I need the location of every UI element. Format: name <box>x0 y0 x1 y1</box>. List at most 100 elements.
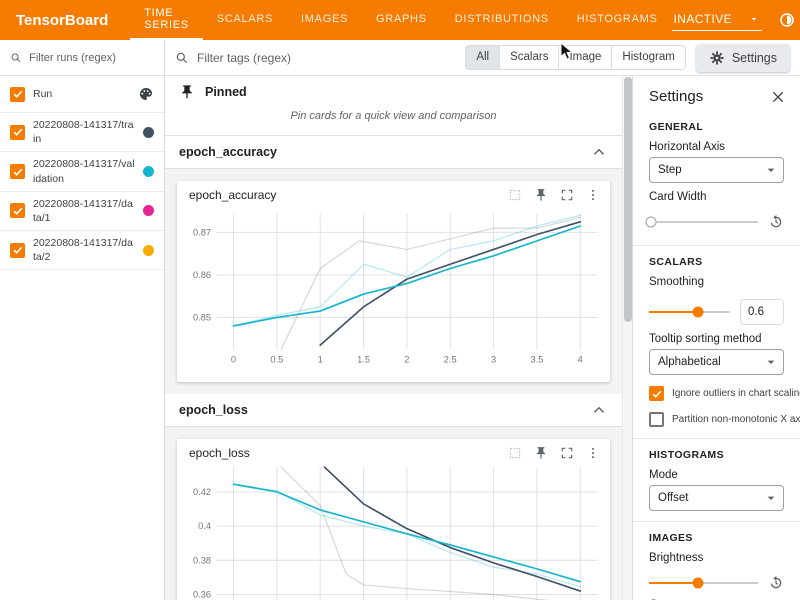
svg-text:1: 1 <box>318 355 323 365</box>
run-row-validation[interactable]: 20220808-141317/validation <box>0 152 164 191</box>
section-heading: HISTOGRAMS <box>649 449 784 461</box>
check-icon <box>12 244 24 256</box>
card-width-slider[interactable] <box>649 221 758 223</box>
svg-text:1.5: 1.5 <box>357 355 370 365</box>
brightness-reset-button[interactable] <box>768 575 784 591</box>
section-heading: SCALARS <box>649 256 784 268</box>
cards-scrollbar[interactable] <box>622 76 632 600</box>
top-bar: TensorBoard TIME SERIES SCALARS IMAGES G… <box>0 0 800 40</box>
search-icon <box>10 51 22 65</box>
pin-card-icon[interactable] <box>534 446 548 460</box>
check-icon <box>12 166 24 178</box>
main-nav: TIME SERIES SCALARS IMAGES GRAPHS DISTRI… <box>130 0 671 40</box>
tooltip-sorting-select[interactable]: Alphabetical <box>649 349 784 375</box>
run-row-train[interactable]: 20220808-141317/train <box>0 113 164 152</box>
partition-x-axis-checkbox[interactable] <box>649 412 664 427</box>
tab-time-series[interactable]: TIME SERIES <box>130 0 203 40</box>
fit-domain-icon[interactable] <box>508 446 522 460</box>
run-label: 20220808-141317/train <box>33 118 135 146</box>
epoch-accuracy-chart[interactable]: 00.511.522.533.540.850.860.87 <box>177 205 610 382</box>
select-all-runs-checkbox[interactable] <box>10 87 25 102</box>
settings-panel: Settings GENERAL Horizontal Axis Step Ca… <box>632 76 800 600</box>
reload-status-dropdown[interactable]: INACTIVE <box>672 9 763 31</box>
run-color-dot <box>143 127 154 138</box>
kebab-menu-icon[interactable] <box>586 188 600 202</box>
filter-histogram-button[interactable]: Histogram <box>612 45 685 70</box>
run-checkbox[interactable] <box>10 125 25 140</box>
tab-distributions[interactable]: DISTRIBUTIONS <box>441 0 563 40</box>
brightness-slider[interactable] <box>649 582 758 584</box>
partition-x-axis-label: Partition non-monotonic X axis <box>672 414 800 425</box>
filter-scalars-button[interactable]: Scalars <box>500 45 559 70</box>
card-title: epoch_loss <box>189 446 250 460</box>
epoch-loss-chart[interactable]: 00.511.522.533.540.360.380.40.42 <box>177 463 610 600</box>
runs-sidebar: Run 20220808-141317/train 20220808-14131… <box>0 40 165 600</box>
ignore-outliers-checkbox[interactable] <box>649 386 664 401</box>
check-icon <box>651 388 663 400</box>
ignore-outliers-label: Ignore outliers in chart scaling <box>672 388 800 399</box>
pin-icon <box>179 84 195 100</box>
smoothing-slider[interactable] <box>649 311 730 313</box>
tab-histograms[interactable]: HISTOGRAMS <box>563 0 672 40</box>
horizontal-axis-select[interactable]: Step <box>649 157 784 183</box>
svg-text:0.42: 0.42 <box>193 487 211 497</box>
runs-filter-input[interactable] <box>29 52 154 64</box>
chevron-down-icon <box>748 13 760 25</box>
tab-graphs[interactable]: GRAPHS <box>362 0 441 40</box>
fullscreen-icon[interactable] <box>560 446 574 460</box>
tags-filter-input[interactable] <box>197 51 455 65</box>
svg-text:0.5: 0.5 <box>270 355 283 365</box>
filter-image-button[interactable]: Image <box>559 45 612 70</box>
tab-images[interactable]: IMAGES <box>287 0 362 40</box>
fullscreen-icon[interactable] <box>560 188 574 202</box>
slider-thumb[interactable] <box>646 217 657 228</box>
slider-thumb[interactable] <box>692 307 703 318</box>
scrollbar-thumb[interactable] <box>624 77 632 322</box>
tab-scalars[interactable]: SCALARS <box>203 0 287 40</box>
card-width-reset-button[interactable] <box>768 214 784 230</box>
pinned-header: Pinned <box>165 76 622 108</box>
filter-all-button[interactable]: All <box>465 45 500 70</box>
section-body: epoch_loss 00.511.522.533.540.360.380.40… <box>165 427 622 600</box>
check-icon <box>12 126 24 138</box>
fit-domain-icon[interactable] <box>508 188 522 202</box>
section-header-epoch-accuracy[interactable]: epoch_accuracy <box>165 136 622 169</box>
collapse-section-icon[interactable] <box>590 143 608 161</box>
settings-panel-header: Settings <box>633 76 800 111</box>
tensorboard-app: TensorBoard TIME SERIES SCALARS IMAGES G… <box>0 0 800 600</box>
run-label: 20220808-141317/data/2 <box>33 236 135 264</box>
run-row-data-1[interactable]: 20220808-141317/data/1 <box>0 192 164 231</box>
run-color-dot <box>143 166 154 177</box>
run-list-header[interactable]: Run <box>0 76 164 113</box>
theme-toggle-button[interactable] <box>775 8 799 32</box>
settings-button-label: Settings <box>732 51 777 65</box>
run-checkbox[interactable] <box>10 243 25 258</box>
run-checkbox[interactable] <box>10 164 25 179</box>
kebab-menu-icon[interactable] <box>586 446 600 460</box>
svg-text:2.5: 2.5 <box>444 355 457 365</box>
collapse-section-icon[interactable] <box>590 401 608 419</box>
reset-icon <box>768 575 784 591</box>
ignore-outliers-row[interactable]: Ignore outliers in chart scaling <box>649 386 784 401</box>
run-label: 20220808-141317/data/1 <box>33 197 135 225</box>
histogram-mode-select[interactable]: Offset <box>649 485 784 511</box>
plugin-filter-group: All Scalars Image Histogram <box>465 45 686 70</box>
settings-section-scalars: SCALARS Smoothing Tooltip sorting method… <box>633 245 800 438</box>
run-checkbox[interactable] <box>10 203 25 218</box>
run-row-data-2[interactable]: 20220808-141317/data/2 <box>0 231 164 270</box>
settings-section-images: IMAGES Brightness Contrast <box>633 521 800 600</box>
chevron-down-icon <box>763 162 779 178</box>
section-header-epoch-loss[interactable]: epoch_loss <box>165 394 622 427</box>
close-settings-button[interactable] <box>770 89 786 105</box>
settings-toggle-button[interactable]: Settings <box>696 44 790 72</box>
slider-thumb[interactable] <box>693 578 704 589</box>
partition-x-axis-row[interactable]: Partition non-monotonic X axis <box>649 412 784 427</box>
pin-card-icon[interactable] <box>534 188 548 202</box>
pinned-section: Pinned Pin cards for a quick view and co… <box>165 76 622 136</box>
smoothing-input[interactable] <box>740 299 784 325</box>
palette-icon[interactable] <box>138 86 154 102</box>
pinned-title: Pinned <box>205 85 247 99</box>
card-actions <box>508 188 600 202</box>
histogram-mode-label: Mode <box>649 469 784 481</box>
svg-text:4: 4 <box>578 355 583 365</box>
